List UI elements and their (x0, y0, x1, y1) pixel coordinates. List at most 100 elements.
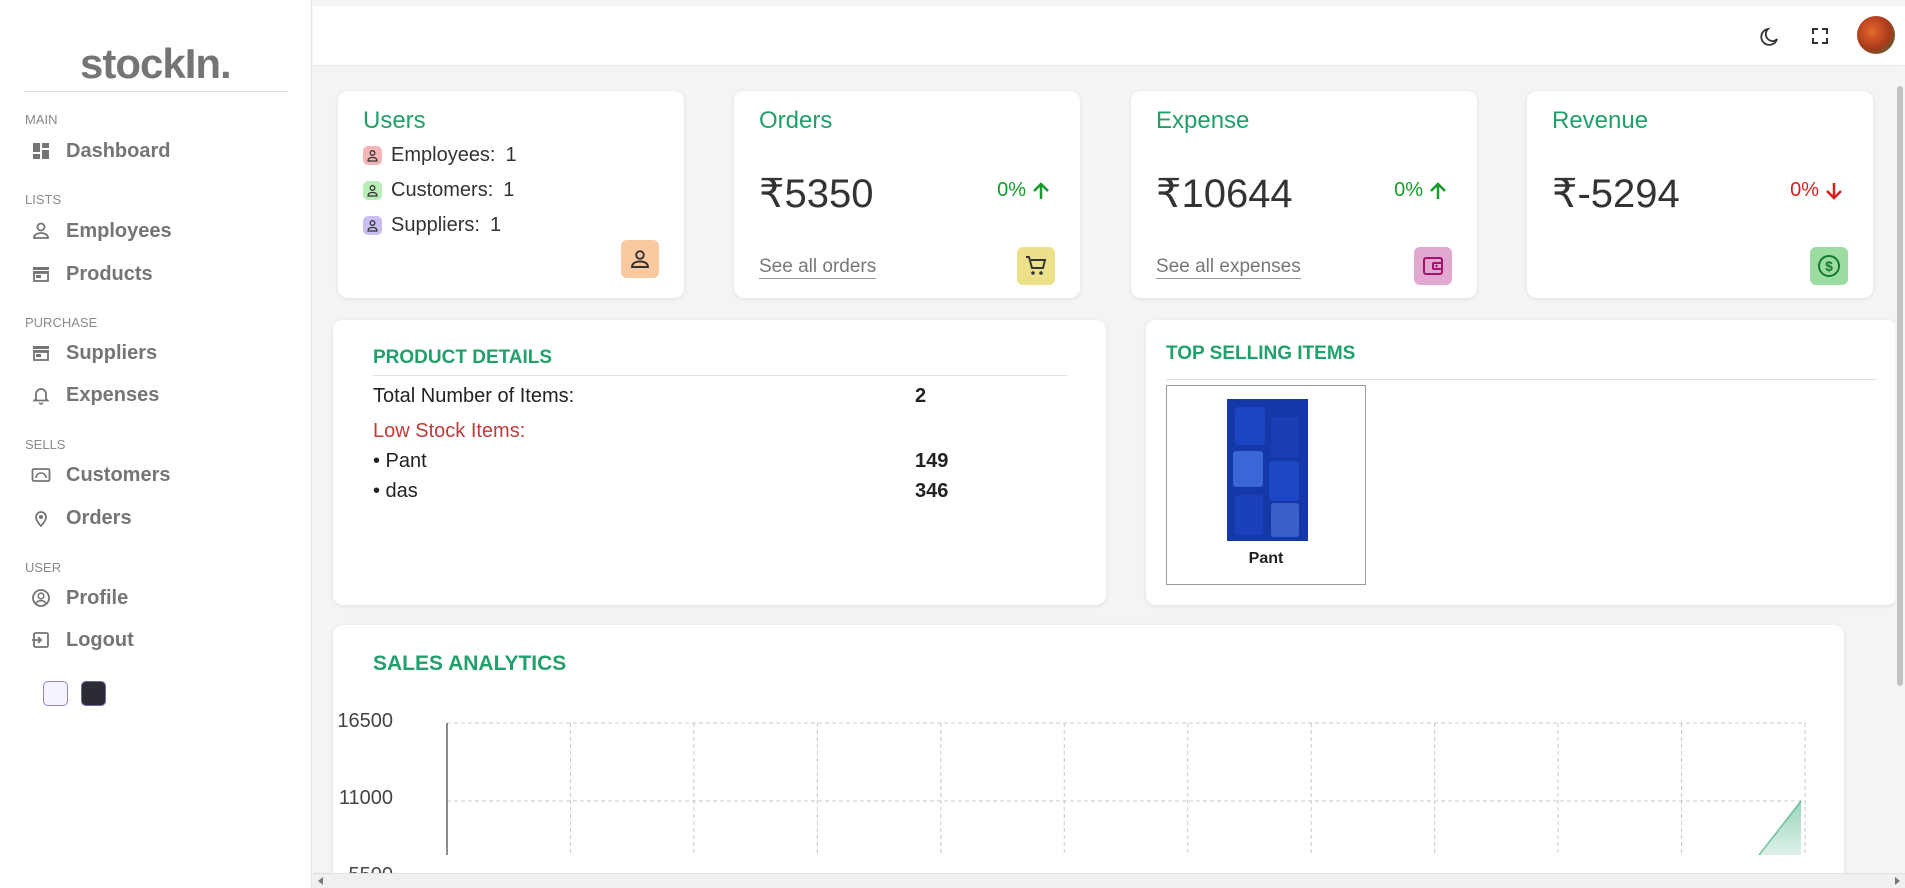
person-icon (363, 180, 382, 200)
dollar-coin-icon: $ (1810, 247, 1848, 285)
scroll-right-arrow-icon[interactable] (1893, 877, 1901, 885)
revenue-widget: Revenue ₹-5294 0% $ (1527, 91, 1873, 298)
widget-title: Orders (759, 107, 833, 134)
total-items-label: Total Number of Items: (373, 385, 575, 407)
top-selling-title: TOP SELLING ITEMS (1166, 343, 1356, 364)
revenue-percent-change: 0% (1790, 179, 1845, 202)
sidebar-item-label: Logout (66, 628, 134, 651)
expense-widget: Expense ₹10644 0% See all expenses (1131, 91, 1477, 298)
sidebar-item-label: Dashboard (66, 139, 171, 162)
section-title-user: USER (25, 560, 62, 575)
top-selling-item-name: Pant (1248, 550, 1284, 567)
users-row-employees: Employees: 1 (363, 142, 517, 168)
divider (1166, 379, 1877, 380)
sidebar-item-dashboard[interactable]: Dashboard (30, 136, 170, 166)
widget-title: Revenue (1552, 107, 1649, 134)
store-icon (30, 342, 52, 364)
users-widget: Users Employees: 1 Customers: 1 Supplier… (338, 91, 684, 298)
fullscreen-icon[interactable] (1807, 23, 1833, 49)
sidebar-item-label: Employees (66, 219, 172, 242)
low-stock-item-qty: 346 (915, 480, 949, 502)
widget-title: Expense (1156, 107, 1250, 134)
person-icon (621, 240, 659, 278)
sidebar-item-label: Expenses (66, 383, 160, 406)
horizontal-scrollbar[interactable] (313, 873, 1905, 888)
sidebar-item-profile[interactable]: Profile (30, 583, 128, 613)
low-stock-item-name: • Pant (373, 450, 427, 472)
users-row-suppliers: Suppliers: 1 (363, 212, 501, 238)
dark-mode-moon-icon[interactable] (1757, 23, 1783, 49)
users-row-customers: Customers: 1 (363, 177, 514, 203)
section-title-sells: SELLS (25, 437, 66, 452)
orders-widget: Orders ₹5350 0% See all orders (734, 91, 1080, 298)
account-circle-icon (30, 587, 52, 609)
logo-divider (24, 91, 288, 92)
percent-value: 0% (1394, 179, 1423, 201)
scrollbar-thumb[interactable] (1897, 86, 1903, 686)
percent-value: 0% (1790, 179, 1819, 201)
sidebar-item-label: Products (66, 262, 153, 285)
widget-title: Users (363, 107, 426, 134)
user-avatar[interactable] (1857, 16, 1895, 54)
topbar (313, 6, 1905, 66)
users-row-label: Employees: (391, 143, 496, 166)
dark-theme-swatch[interactable] (81, 681, 106, 706)
arrow-up-icon (1033, 181, 1049, 199)
see-all-expenses-link[interactable]: See all expenses (1156, 256, 1301, 279)
see-all-orders-link[interactable]: See all orders (759, 256, 877, 279)
section-title-main: MAIN (25, 112, 58, 127)
total-items-value: 2 (915, 385, 927, 407)
store-icon (30, 263, 52, 285)
bell-icon (30, 384, 52, 406)
sidebar: stockIn. MAIN Dashboard LISTS Employees … (0, 0, 312, 888)
users-row-label: Suppliers: (391, 213, 480, 236)
sidebar-item-label: Suppliers (66, 341, 158, 364)
sales-analytics-panel: SALES ANALYTICS 16500 11000 5500 (333, 625, 1844, 888)
orders-percent-change: 0% (997, 179, 1052, 202)
sales-chart (446, 722, 1806, 855)
person-icon (363, 215, 382, 235)
users-row-value: 1 (489, 213, 502, 236)
sidebar-item-customers[interactable]: Customers (30, 460, 170, 490)
expense-total: ₹10644 (1156, 172, 1293, 216)
location-icon (30, 507, 52, 529)
svg-text:$: $ (1825, 258, 1833, 274)
light-theme-swatch[interactable] (43, 681, 68, 706)
sidebar-item-label: Profile (66, 586, 129, 609)
arrow-up-icon (1430, 181, 1446, 199)
wallet-icon (1414, 247, 1452, 285)
person-icon (363, 145, 382, 165)
sidebar-item-employees[interactable]: Employees (30, 216, 172, 246)
person-icon (30, 220, 52, 242)
y-tick-label: 11000 (338, 787, 393, 809)
app-logo[interactable]: stockIn. (80, 40, 232, 88)
sidebar-item-expenses[interactable]: Expenses (30, 380, 159, 410)
sidebar-item-products[interactable]: Products (30, 259, 153, 289)
sidebar-item-suppliers[interactable]: Suppliers (30, 338, 157, 368)
users-row-label: Customers: (391, 178, 494, 201)
revenue-total: ₹-5294 (1552, 172, 1680, 216)
top-selling-panel: TOP SELLING ITEMS Pant (1146, 320, 1897, 605)
product-image (1227, 399, 1308, 541)
product-details-panel: PRODUCT DETAILS Total Number of Items: 2… (333, 320, 1106, 605)
low-stock-item-qty: 149 (915, 450, 949, 472)
sales-analytics-title: SALES ANALYTICS (373, 652, 567, 675)
arrow-down-icon (1826, 182, 1842, 200)
percent-value: 0% (997, 179, 1026, 201)
y-tick-label: 16500 (337, 710, 393, 732)
section-title-purchase: PURCHASE (25, 315, 98, 330)
top-selling-item[interactable]: Pant (1166, 385, 1366, 585)
orders-total: ₹5350 (759, 172, 874, 216)
vertical-scrollbar[interactable] (1895, 66, 1905, 873)
low-stock-item-name: • das (373, 480, 418, 502)
logout-icon (30, 629, 52, 651)
dashboard-icon (30, 140, 52, 162)
users-row-value: 1 (503, 178, 515, 201)
low-stock-label: Low Stock Items: (373, 420, 526, 442)
sidebar-item-orders[interactable]: Orders (30, 503, 132, 533)
sidebar-item-logout[interactable]: Logout (30, 625, 134, 655)
scroll-left-arrow-icon[interactable] (317, 877, 325, 885)
expense-percent-change: 0% (1394, 179, 1449, 202)
users-row-value: 1 (505, 143, 517, 166)
cart-icon (1017, 247, 1055, 285)
